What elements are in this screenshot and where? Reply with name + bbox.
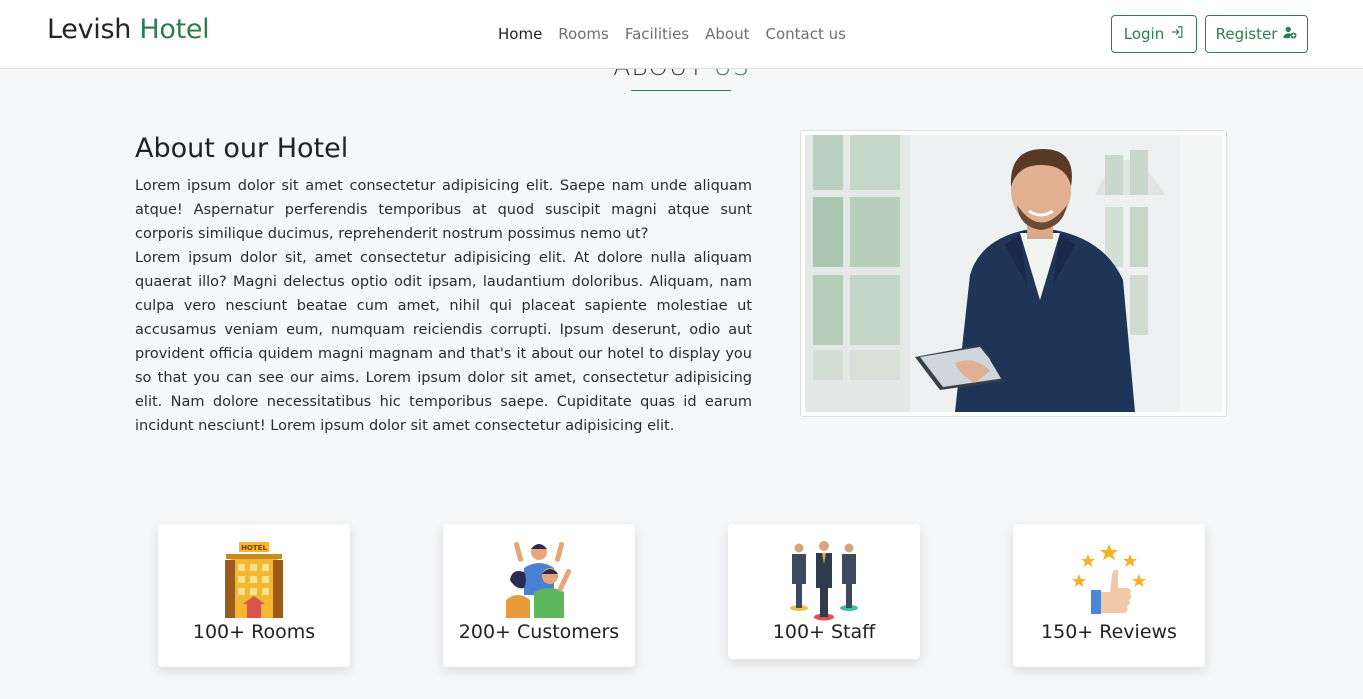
about-paragraph-1: Lorem ipsum dolor sit amet consectetur a… bbox=[135, 178, 752, 242]
login-button[interactable]: Login bbox=[1111, 15, 1197, 53]
customers-icon bbox=[506, 542, 572, 618]
stat-label-customers: 200+ Customers bbox=[458, 621, 620, 643]
hotel-sign-text: HOTEL bbox=[241, 544, 267, 552]
staff-icon bbox=[790, 541, 858, 621]
stat-card-customers: 200+ Customers bbox=[443, 524, 635, 667]
brand-first: Levish bbox=[47, 14, 132, 45]
section-heading-underline bbox=[631, 90, 731, 91]
stat-label-staff: 100+ Staff bbox=[772, 621, 876, 643]
stat-label-rooms: 100+ Rooms bbox=[192, 621, 316, 643]
login-icon bbox=[1170, 25, 1184, 43]
stat-card-reviews: 150+ Reviews bbox=[1013, 524, 1205, 667]
nav-link-home[interactable]: Home bbox=[498, 25, 542, 43]
reviews-icon bbox=[1072, 544, 1146, 614]
nav-links: Home Rooms Facilities About Contact us bbox=[498, 25, 846, 43]
stat-card-staff: 100+ Staff bbox=[728, 524, 920, 659]
register-button[interactable]: Register bbox=[1205, 15, 1308, 53]
user-add-icon bbox=[1283, 25, 1297, 43]
stat-card-rooms: HOTEL 100+ Rooms bbox=[158, 524, 350, 667]
register-label: Register bbox=[1215, 25, 1278, 43]
about-photo bbox=[800, 130, 1227, 417]
manager-photo-illustration bbox=[805, 135, 1222, 412]
brand-second: Hotel bbox=[139, 14, 210, 45]
nav-link-contact[interactable]: Contact us bbox=[765, 25, 845, 43]
about-text: Lorem ipsum dolor sit amet consectetur a… bbox=[135, 174, 752, 438]
nav-link-rooms[interactable]: Rooms bbox=[558, 25, 609, 43]
about-paragraph-2: Lorem ipsum dolor sit, amet consectetur … bbox=[135, 250, 752, 434]
nav-link-about[interactable]: About bbox=[705, 25, 749, 43]
brand-logo[interactable]: Levish Hotel bbox=[47, 14, 210, 45]
navbar: Levish Hotel Home Rooms Facilities About… bbox=[0, 0, 1363, 69]
login-label: Login bbox=[1123, 25, 1165, 43]
nav-link-facilities[interactable]: Facilities bbox=[625, 25, 689, 43]
about-title: About our Hotel bbox=[135, 133, 349, 164]
stat-label-reviews: 150+ Reviews bbox=[1041, 621, 1177, 643]
hotel-building-icon: HOTEL bbox=[225, 542, 283, 618]
